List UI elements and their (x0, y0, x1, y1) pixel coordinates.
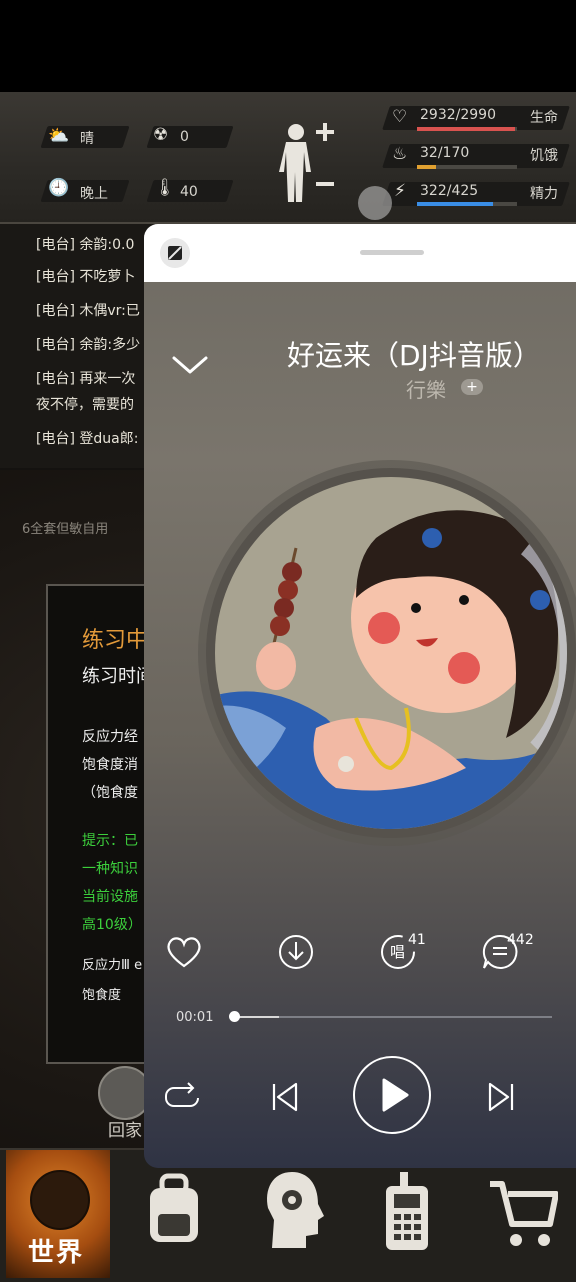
heart-icon: ♡ (392, 107, 408, 127)
chat-line: [电台] 再来一次 (36, 371, 136, 387)
follow-artist-button[interactable]: + (461, 379, 483, 395)
temperature-value: 40 (180, 184, 198, 200)
download-button[interactable] (276, 932, 316, 972)
status-bar-area (0, 0, 576, 92)
hunger-bar (417, 165, 517, 169)
comment-count: 442 (507, 932, 534, 948)
current-time: 00:01 (176, 1010, 214, 1025)
tab-shop[interactable] (488, 1174, 559, 1254)
album-cover-disc[interactable] (206, 468, 576, 838)
time-of-day-text: 晚上 (80, 186, 108, 202)
tab-radio[interactable] (382, 1170, 432, 1254)
stomach-icon: ♨ (392, 144, 408, 164)
artist-name[interactable]: 行樂 (406, 374, 446, 403)
panel-tip: 当前设施 (82, 889, 138, 905)
radio-icon (386, 1172, 428, 1250)
hunger-value: 32/170 (420, 145, 470, 161)
weather-text: 晴 (80, 131, 94, 147)
collapse-button[interactable] (168, 344, 212, 384)
globe-icon (30, 1170, 90, 1230)
chat-line: [电台] 不吃萝卜 (36, 269, 136, 285)
chat-line: [电台] 余韵:多少 (36, 337, 141, 353)
panel-line: 饱食度 (82, 988, 122, 1003)
window-mode-button[interactable] (160, 238, 190, 268)
panel-line: 反应力经 (82, 729, 138, 745)
play-icon (382, 1078, 409, 1112)
panel-line: 饱食度消 (82, 757, 138, 773)
heart-outline-icon (167, 937, 201, 968)
progress-fill (234, 1016, 279, 1018)
energy-bar (417, 202, 517, 206)
radiation-icon: ☢ (153, 125, 169, 145)
tab-world[interactable]: 世界 (6, 1150, 110, 1278)
home-label: 回家 (108, 1121, 142, 1141)
skip-previous-icon (272, 1082, 298, 1112)
previous-button[interactable] (270, 1080, 300, 1114)
training-title: 练习中 (82, 628, 149, 653)
panel-line: （饱食度 (82, 785, 138, 801)
tab-world-label: 世界 (28, 1238, 85, 1268)
progress-knob[interactable] (229, 1011, 240, 1022)
tab-skills[interactable] (262, 1168, 328, 1254)
next-button[interactable] (486, 1080, 516, 1114)
sing-label: 唱 (390, 943, 406, 961)
health-bar (417, 127, 517, 131)
chat-line: 夜不停，需要的 (36, 397, 134, 413)
body-status-icon[interactable] (276, 120, 336, 210)
panel-line: 反应力Ⅲ e (82, 958, 143, 973)
skip-next-icon (488, 1082, 514, 1112)
window-resize-icon (168, 246, 182, 260)
lightning-icon: ⚡ (394, 181, 406, 201)
repeat-mode-button[interactable] (162, 1078, 202, 1114)
floating-window-header[interactable] (144, 224, 576, 282)
energy-label: 精力 (530, 186, 558, 202)
progress-track[interactable] (234, 1016, 552, 1018)
shopping-cart-icon (490, 1181, 559, 1246)
song-title: 好运来（DJ抖音版） (287, 339, 541, 372)
energy-value: 322/425 (420, 183, 479, 199)
panel-tip: 一种知识 (82, 861, 138, 877)
thermometer-icon: 🌡 (154, 178, 176, 198)
like-button[interactable] (164, 932, 204, 972)
panel-tip: 高10级） (82, 917, 142, 933)
music-player-window: 好运来（DJ抖音版） 行樂 + 唱 41 442 00:01 (144, 224, 576, 1168)
album-artwork (215, 477, 567, 829)
drag-handle[interactable] (360, 250, 424, 255)
tab-backpack[interactable] (142, 1172, 206, 1252)
chat-line: [电台] 木偶vr:已 (36, 303, 140, 319)
panel-tip: 提示：已 (82, 833, 138, 849)
health-value: 2932/2990 (420, 107, 496, 123)
floating-assist-ball[interactable] (358, 186, 392, 220)
status-hud: ⛅ 晴 ☢ 0 🕘 晚上 🌡 40 ♡ 2932/2990 生命 ♨ 32/17… (0, 92, 576, 224)
scene-note: 6全套但敏自用 (22, 522, 109, 537)
weather-icon: ⛅ (48, 126, 70, 146)
radiation-value: 0 (180, 129, 189, 145)
chat-line: [电台] 余韵:0.0 (36, 237, 135, 253)
health-label: 生命 (530, 110, 558, 126)
head-gears-icon (267, 1172, 324, 1248)
download-icon (279, 935, 313, 969)
backpack-icon (150, 1173, 198, 1242)
chevron-down-icon (172, 356, 208, 374)
clock-icon: 🕘 (48, 178, 70, 198)
chat-line: [电台] 登dua郎: (36, 431, 139, 447)
play-button[interactable] (353, 1056, 431, 1134)
sing-count: 41 (408, 932, 426, 948)
repeat-icon (165, 1082, 199, 1107)
hunger-label: 饥饿 (530, 148, 558, 164)
